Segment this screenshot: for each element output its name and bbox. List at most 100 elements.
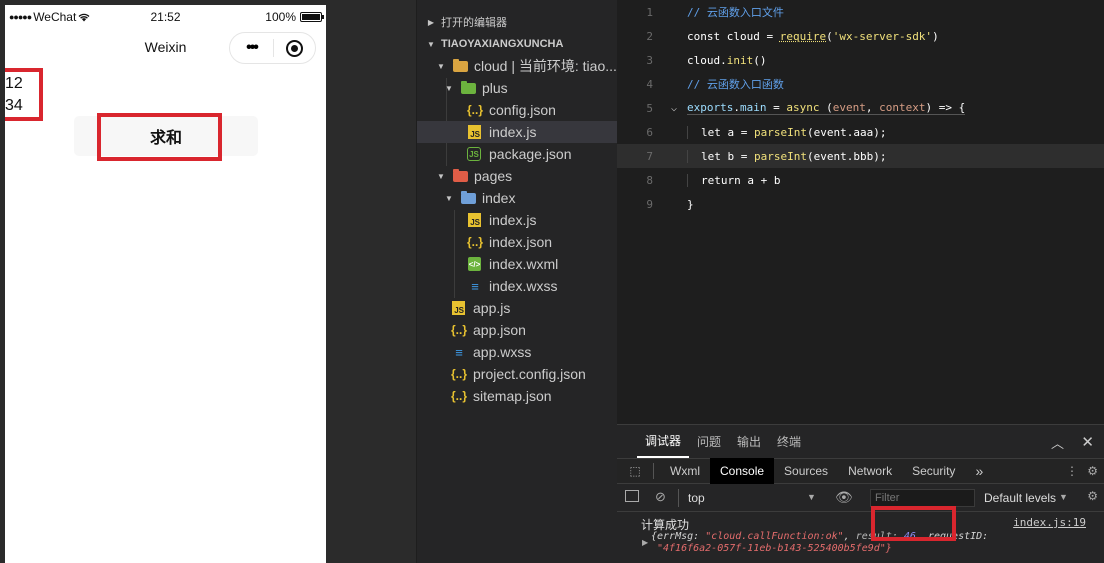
- collapse-icon[interactable]: ︿: [1051, 433, 1064, 452]
- file-explorer: ▶ 打开的编辑器 ▼ TIAOYAXIANGXUNCHA ▼ cloud | 当…: [416, 0, 617, 563]
- tree-item-label: index.wxss: [489, 278, 558, 294]
- log-source-link[interactable]: index.js:19: [1013, 516, 1086, 529]
- clear-console-icon[interactable]: ⊘: [655, 489, 666, 505]
- code-token: main: [739, 101, 767, 114]
- json-icon: {..}: [451, 323, 468, 337]
- tree-item-label: index.js: [489, 212, 537, 228]
- tab-output[interactable]: 输出: [729, 425, 769, 458]
- tree-item-app-wxss[interactable]: ≡ app.wxss: [417, 341, 617, 363]
- line-number: 9: [646, 197, 653, 211]
- tree-item-plus[interactable]: ▼ plus: [417, 77, 617, 99]
- code-token: ,: [865, 101, 880, 114]
- eye-icon[interactable]: 👁: [835, 489, 853, 506]
- sidebar-toggle-icon[interactable]: [625, 490, 639, 502]
- gear-icon[interactable]: ⚙: [1087, 489, 1098, 503]
- code-editor[interactable]: 1 // 云函数入口文件 2 const cloud = require('wx…: [617, 0, 1104, 424]
- subtab-console[interactable]: Console: [710, 458, 775, 484]
- code-comment: // 云函数入口函数: [687, 78, 784, 91]
- project-section[interactable]: ▼ TIAOYAXIANGXUNCHA: [417, 33, 617, 55]
- tree-item-index-wxml[interactable]: </> index.wxml: [417, 253, 617, 275]
- line-number: 8: [646, 173, 653, 187]
- tree-item-package-json[interactable]: JS package.json: [417, 143, 617, 165]
- code-token: init: [726, 53, 754, 67]
- simulator-pane: ●●●●● WeChat 21:52 100% Weixin ••• 12 34: [0, 0, 416, 563]
- wxml-icon: </>: [468, 257, 481, 271]
- kebab-menu-icon[interactable]: ⋮: [1066, 464, 1078, 478]
- tree-item-index-folder[interactable]: ▼ index: [417, 187, 617, 209]
- tree-item-app-js[interactable]: JS app.js: [417, 297, 617, 319]
- code-token: .: [733, 101, 740, 114]
- code-token: =: [766, 101, 787, 114]
- close-miniprogram-button[interactable]: [274, 39, 315, 57]
- console-filter-input[interactable]: [870, 489, 975, 507]
- code-token: let: [701, 149, 721, 163]
- code-token: (event.bbb);: [806, 149, 887, 163]
- expand-arrow-icon[interactable]: ▶: [642, 538, 648, 547]
- inspect-icon[interactable]: ⬚: [617, 464, 653, 478]
- code-token: a =: [720, 125, 754, 139]
- phone-screen: ●●●●● WeChat 21:52 100% Weixin ••• 12 34: [5, 5, 326, 563]
- subtab-wxml[interactable]: Wxml: [660, 458, 710, 484]
- tree-item-label: package.json: [489, 146, 572, 162]
- gear-icon[interactable]: ⚙: [1087, 464, 1098, 478]
- code-line-9: 9 }: [617, 192, 1104, 216]
- more-tabs-icon[interactable]: »: [965, 458, 993, 484]
- line-number: 7: [646, 149, 653, 163]
- tree-item-label: plus: [482, 80, 508, 96]
- tree-item-cloud[interactable]: ▼ cloud | 当前环境: tiao...: [417, 55, 617, 77]
- tab-problems[interactable]: 问题: [689, 425, 729, 458]
- tree-item-pages-index-js[interactable]: JS index.js: [417, 209, 617, 231]
- tree-item-sitemap[interactable]: {..} sitemap.json: [417, 385, 617, 407]
- tab-terminal[interactable]: 终端: [769, 425, 809, 458]
- tree-item-config-json[interactable]: {..} config.json: [417, 99, 617, 121]
- more-icon[interactable]: •••: [230, 39, 273, 57]
- caret-down-icon: ▼: [437, 61, 445, 71]
- tree-item-cloud-index-js[interactable]: JS index.js: [417, 121, 617, 143]
- code-token: return: [701, 173, 741, 187]
- fold-chevron-icon[interactable]: ⌵: [661, 103, 687, 114]
- code-token: cloud =: [720, 29, 780, 43]
- tree-item-pages[interactable]: ▼ pages: [417, 165, 617, 187]
- code-token: (: [826, 29, 833, 43]
- tree-item-app-json[interactable]: {..} app.json: [417, 319, 617, 341]
- line-number: 2: [646, 29, 653, 43]
- line-number: 4: [646, 77, 653, 91]
- code-token: (: [819, 101, 833, 114]
- code-token: require: [779, 29, 827, 43]
- code-line-8: 8 return a + b: [617, 168, 1104, 192]
- folder-pages-icon: [453, 168, 468, 182]
- tab-debugger[interactable]: 调试器: [637, 425, 690, 458]
- tree-item-label: project.config.json: [473, 366, 586, 382]
- target-icon: [286, 39, 303, 57]
- highlight-box-result: [871, 506, 956, 541]
- code-line-4: 4 // 云函数入口函数: [617, 72, 1104, 96]
- tree-item-project-config[interactable]: {..} project.config.json: [417, 363, 617, 385]
- code-token: (): [753, 53, 767, 67]
- json-icon: {..}: [451, 367, 468, 381]
- open-editors-label: 打开的编辑器: [441, 17, 507, 29]
- subtab-security[interactable]: Security: [902, 458, 965, 484]
- wxss-icon: ≡: [471, 278, 479, 294]
- status-bar: ●●●●● WeChat 21:52 100%: [5, 5, 326, 29]
- folder-cloud-icon: [453, 58, 468, 72]
- subtab-sources[interactable]: Sources: [774, 458, 838, 484]
- tree-item-label: index.wxml: [489, 256, 559, 272]
- js-icon: JS: [468, 125, 481, 139]
- code-line-1: 1 // 云函数入口文件: [617, 0, 1104, 24]
- caret-down-icon: ▼: [427, 39, 435, 49]
- dropdown-arrow-icon: ▼: [1059, 492, 1068, 502]
- code-token: event: [832, 101, 866, 114]
- log-levels-select[interactable]: Default levels: [984, 491, 1056, 505]
- code-token: const: [687, 29, 721, 43]
- close-icon[interactable]: ✕: [1081, 433, 1094, 451]
- open-editors-section[interactable]: ▶ 打开的编辑器: [417, 11, 617, 33]
- tree-item-index-wxss[interactable]: ≡ index.wxss: [417, 275, 617, 297]
- context-select[interactable]: top: [688, 491, 705, 505]
- folder-index-icon: [461, 190, 476, 204]
- code-line-2: 2 const cloud = require('wx-server-sdk'): [617, 24, 1104, 48]
- subtab-network[interactable]: Network: [838, 458, 902, 484]
- code-line-6: 6 let a = parseInt(event.aaa);: [617, 120, 1104, 144]
- tree-item-label: cloud | 当前环境: tiao...: [474, 58, 617, 74]
- tree-item-label: index.json: [489, 234, 553, 250]
- tree-item-index-json[interactable]: {..} index.json: [417, 231, 617, 253]
